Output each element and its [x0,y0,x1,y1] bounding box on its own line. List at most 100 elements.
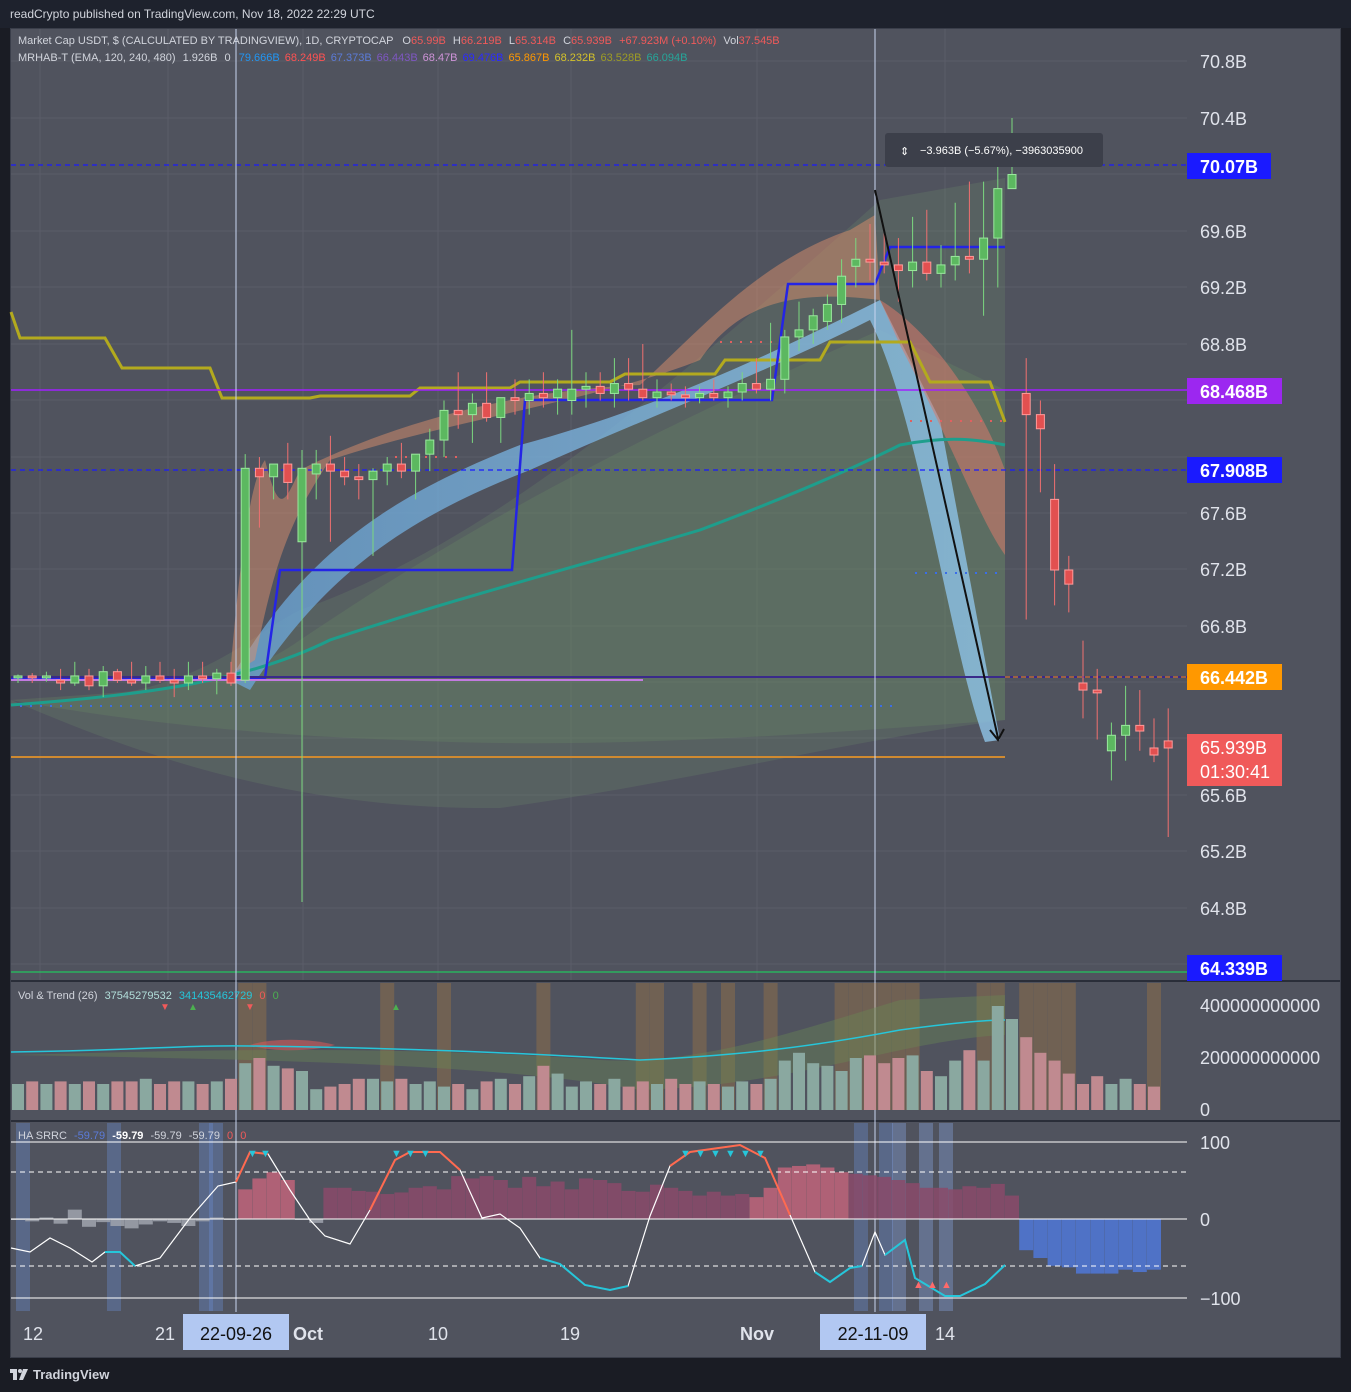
price-badge: 64.339B [1187,955,1282,981]
time-tick-label: 19 [560,1324,580,1344]
osc-sell-marker-icon: ▼ [695,1148,706,1160]
osc-bar [550,1181,565,1219]
osc-bar [82,1219,96,1227]
volume-bar [835,1071,848,1110]
footer-bar [0,1360,1351,1392]
measure-tooltip: −3.963B (−5.67%), −3963035900 [920,145,1083,157]
price-badge-label: 67.908B [1200,461,1268,481]
candle-body [808,315,818,331]
osc-bar [493,1180,508,1219]
price-badge-label: 65.939B [1200,738,1267,758]
volume-bar [935,1076,947,1110]
legend-volume: 37.545B [738,35,780,47]
volume-bar [821,1065,834,1110]
candle-body [297,467,307,543]
volume-bar [679,1084,692,1110]
volume-bar [665,1078,678,1110]
chart-canvas[interactable]: ⇕ −3.963B (−5.67%), −3963035900 70.8B 70.… [0,0,1351,1392]
volume-bar [580,1081,592,1110]
tradingview-logo[interactable]: TradingView [10,1367,109,1382]
volume-bar [864,1055,876,1110]
candle-body [269,463,279,478]
osc-bar [1033,1219,1048,1258]
candle-body [155,675,165,681]
candle-body [794,329,804,338]
candle-body [851,258,861,267]
legend-ha-v3: -59.79 [188,1130,220,1142]
candle-body [1064,569,1074,585]
osc-bar [1047,1219,1062,1266]
osc-sell-marker-icon: ▼ [725,1148,736,1160]
volume-bar [182,1081,195,1110]
osc-tick-label: 0 [1200,1210,1210,1230]
volume-bar [608,1078,621,1110]
osc-bar [67,1209,82,1219]
volume-bar [778,1060,791,1110]
volume-bar [296,1071,308,1110]
candle[interactable] [240,454,250,683]
volume-bar [1062,1073,1075,1110]
time-tick-label: 10 [428,1324,448,1344]
candle-body [325,463,335,472]
volume-bar [1119,1078,1132,1110]
osc-bar [863,1175,877,1219]
candle-body [709,392,719,399]
volume-bar [97,1084,110,1110]
legend-ha[interactable]: HA SRRC -59.79 -59.79 -59.79 -59.79 0 0 [18,1130,246,1142]
osc-bar [877,1176,892,1219]
osc-bar [465,1178,480,1219]
osc-bar [976,1187,991,1219]
legend-vol[interactable]: Vol & Trend (26) 37545279532 34143546272… [18,990,279,1002]
osc-bar [962,1186,977,1219]
volume-bar [139,1078,152,1110]
legend-mrhab[interactable]: MRHAB-T (EMA, 120, 240, 480) 1.926B 0 79… [18,52,687,64]
osc-bar [1132,1219,1147,1273]
volume-bar [423,1081,436,1110]
osc-bar [721,1195,735,1219]
legend-mrhab-value: 63.528B [600,52,642,64]
countdown-label: 01:30:41 [1200,762,1270,782]
legend-mrhab-v1: 1.926B [182,52,218,64]
candle-body [311,463,321,475]
candle-body [141,675,151,684]
candle-body [411,453,421,472]
price-badge: 70.07B [1187,153,1271,179]
price-badge-label: 64.339B [1200,959,1268,979]
osc-sell-marker-icon: ▼ [420,1148,431,1160]
candle-body [723,391,733,399]
osc-bar [934,1187,948,1219]
legend-mrhab-value: 68.47B [422,52,458,64]
osc-sell-marker-icon: ▼ [260,1148,271,1160]
price-badge: 68.468B [1187,378,1282,404]
price-tick-label: 65.6B [1200,786,1247,806]
legend-main[interactable]: Market Cap USDT, $ (CALCULATED BY TRADIN… [18,35,780,47]
volume-bar [707,1084,720,1110]
volume-bar [168,1081,181,1110]
candle-body [680,394,690,399]
candle-body [695,392,705,399]
legend-high: 66.219B [460,35,502,47]
osc-bar [635,1191,650,1219]
osc-bar [834,1172,849,1219]
volume-bar [1006,1019,1018,1110]
time-tick-label: 12 [23,1324,43,1344]
price-tick-label: 67.6B [1200,504,1247,524]
time-tick-label: 14 [935,1324,955,1344]
volume-bar [480,1081,493,1110]
volume-bar [1034,1052,1047,1110]
vol-tick-label: 200000000000 [1200,1048,1320,1068]
time-tick-label: Oct [293,1324,323,1344]
osc-bar [422,1186,437,1219]
legend-mrhab-value: 65.867B [508,52,550,64]
candle-body [936,264,946,274]
osc-bar [948,1189,963,1219]
candle-body [1106,734,1116,752]
volume-bar [196,1084,209,1110]
osc-bar [735,1194,750,1219]
legend-vol-v1: 37545279532 [104,990,172,1002]
volume-bar [722,1086,734,1110]
osc-tick-label: 100 [1200,1133,1230,1153]
candle-body [1050,498,1060,571]
osc-bar [1076,1219,1090,1274]
candle-body [169,679,179,684]
